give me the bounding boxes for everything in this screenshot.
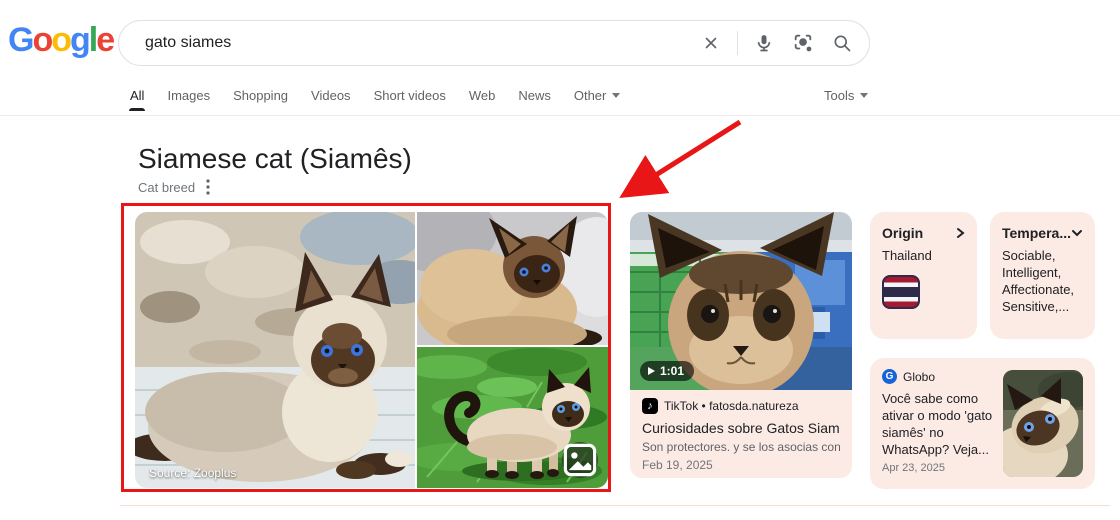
logo-letter: g	[70, 21, 91, 59]
tab-web[interactable]: Web	[469, 88, 496, 103]
image-collage: Source: Zooplus	[135, 212, 608, 488]
siamese-cat-sitting-image	[417, 212, 608, 345]
origin-label: Origin	[882, 225, 924, 241]
collage-image-top-right[interactable]	[417, 212, 608, 345]
news-text-column: G Globo Você sabe como ativar o modo 'ga…	[882, 369, 993, 478]
section-divider	[120, 505, 1110, 506]
globo-initial: G	[885, 371, 894, 382]
page-subtitle-row: Cat breed	[138, 179, 210, 195]
video-result-card[interactable]: 1:01 ♪ TikTok • fatosda.natureza Curiosi…	[630, 212, 852, 478]
image-source-label: Source: Zooplus	[149, 466, 237, 480]
more-options-button[interactable]	[206, 179, 210, 195]
logo-letter: o	[51, 21, 72, 59]
play-icon	[648, 367, 655, 375]
google-search-results-page: Google All Images Shopping Videos Short …	[0, 0, 1120, 520]
video-title[interactable]: Curiosidades sobre Gatos Siamese...	[642, 420, 840, 436]
subtitle-label: Cat breed	[138, 179, 196, 195]
search-input[interactable]	[143, 33, 698, 53]
video-date: Feb 19, 2025	[642, 458, 713, 472]
tiktok-icon: ♪	[642, 398, 658, 414]
temperament-card-header[interactable]: Tempera...	[1002, 225, 1083, 241]
thailand-flag-icon	[882, 275, 920, 309]
tab-label: Videos	[311, 88, 351, 103]
tab-other[interactable]: Other	[574, 88, 621, 103]
temperament-fact-card[interactable]: Tempera... Sociable, Intelligent, Affect…	[990, 212, 1095, 339]
tab-label: Images	[167, 88, 211, 103]
microphone-icon	[757, 35, 771, 52]
origin-value: Thailand	[882, 248, 932, 263]
tab-images[interactable]: Images	[167, 88, 210, 103]
collage-image-bottom-right[interactable]	[417, 347, 608, 488]
tab-videos[interactable]: Videos	[311, 88, 351, 103]
google-logo[interactable]: Google	[8, 21, 115, 60]
logo-letter: e	[96, 21, 115, 59]
news-title[interactable]: Você sabe como ativar o modo 'gato siamê…	[882, 390, 993, 458]
search-submit-button[interactable]	[829, 30, 855, 56]
tab-label: All	[130, 88, 145, 103]
news-date: Apr 23, 2025	[882, 462, 945, 474]
close-icon	[705, 37, 717, 49]
news-source: Globo	[903, 369, 936, 384]
video-thumbnail[interactable]: 1:01	[630, 212, 852, 390]
siamese-cat-lying-image	[1003, 370, 1083, 477]
video-source-row: ♪ TikTok • fatosda.natureza	[642, 398, 840, 414]
tab-label: News	[518, 88, 551, 103]
photos-icon	[563, 443, 597, 477]
google-lens-icon	[794, 34, 812, 52]
annotation-red-arrow	[619, 119, 742, 198]
tab-label: Short videos	[373, 88, 446, 103]
tools-label: Tools	[824, 88, 855, 103]
tab-all[interactable]: All	[128, 88, 146, 111]
search-icon	[834, 35, 851, 52]
origin-card-header[interactable]: Origin	[882, 225, 965, 241]
search-bar[interactable]	[118, 20, 870, 66]
chevron-right-icon	[957, 228, 965, 238]
siamese-cat-on-deck-image	[135, 212, 415, 488]
globo-logo-icon: G	[882, 369, 897, 384]
search-divider	[737, 31, 738, 55]
collage-image-main[interactable]: Source: Zooplus	[135, 212, 415, 488]
voice-search-button[interactable]	[751, 30, 777, 56]
tab-label: Other	[573, 88, 607, 103]
tab-short-videos[interactable]: Short videos	[374, 88, 446, 103]
chevron-down-icon	[612, 93, 621, 98]
tab-shopping[interactable]: Shopping	[233, 88, 288, 103]
video-meta: ♪ TikTok • fatosda.natureza Curiosidades…	[630, 390, 852, 472]
music-note-glyph: ♪	[647, 400, 653, 412]
kebab-menu-icon	[206, 179, 210, 195]
origin-fact-card[interactable]: Origin Thailand	[870, 212, 977, 339]
temperament-label: Tempera...	[1002, 225, 1071, 241]
video-duration: 1:01	[660, 364, 685, 378]
view-all-photos-button[interactable]	[562, 442, 598, 478]
logo-letter: G	[8, 21, 34, 59]
video-duration-badge: 1:01	[640, 361, 695, 381]
lens-search-button[interactable]	[790, 30, 816, 56]
tab-news[interactable]: News	[518, 88, 551, 103]
tab-label: Web	[468, 88, 496, 103]
search-bar-icons	[698, 30, 855, 56]
video-source: TikTok • fatosda.natureza	[664, 399, 799, 413]
chevron-down-icon	[860, 93, 869, 98]
temperament-value: Sociable, Intelligent, Affectionate, Sen…	[1002, 248, 1075, 314]
clear-search-button[interactable]	[698, 30, 724, 56]
logo-letter: o	[32, 21, 53, 59]
news-thumbnail[interactable]	[1003, 370, 1083, 477]
tab-label: Shopping	[233, 88, 289, 103]
news-result-card[interactable]: G Globo Você sabe como ativar o modo 'ga…	[870, 358, 1095, 489]
video-description: Son protectores. y se los asocias con la…	[642, 440, 840, 454]
header-divider	[0, 115, 1120, 116]
result-type-tabs: All Images Shopping Videos Short videos …	[128, 88, 621, 111]
page-title: Siamese cat (Siamês)	[138, 143, 412, 174]
chevron-down-icon	[1072, 230, 1082, 237]
news-source-row: G Globo	[882, 369, 993, 384]
tools-button[interactable]: Tools	[824, 88, 869, 103]
